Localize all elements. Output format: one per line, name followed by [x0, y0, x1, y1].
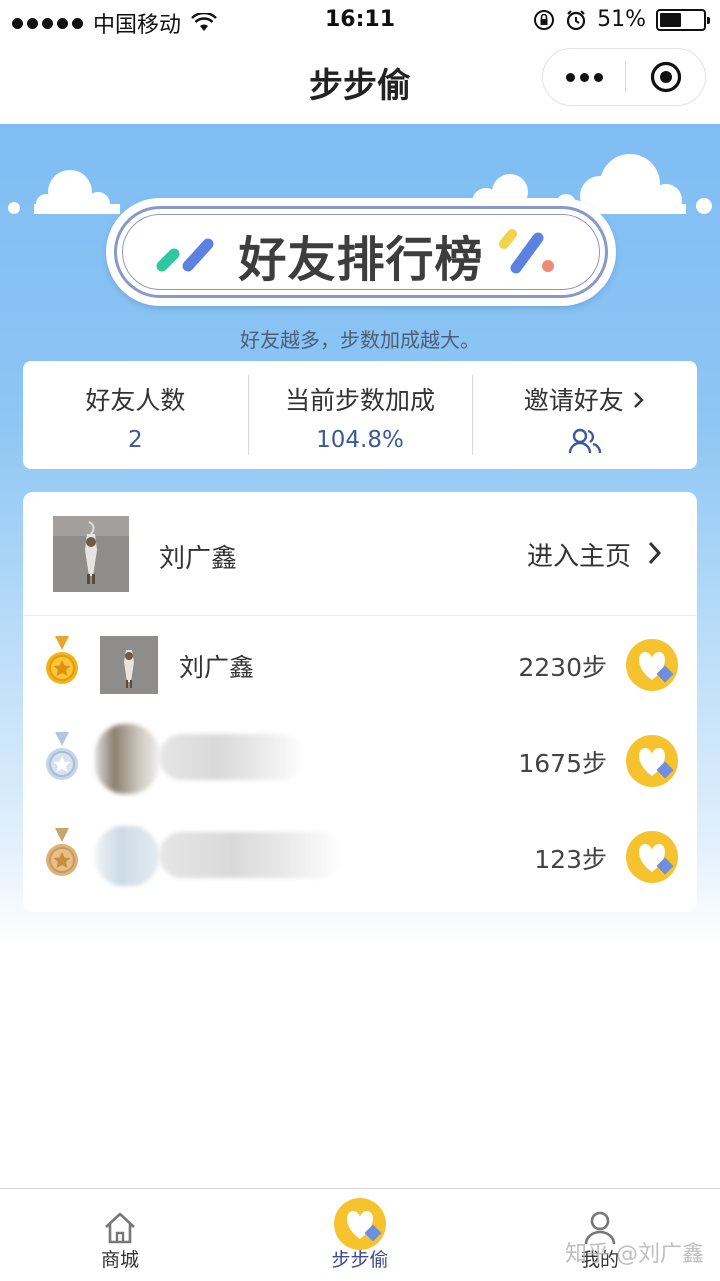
my-profile-row[interactable]: 刘广鑫 进入主页	[23, 492, 697, 616]
bronze-medal-icon	[46, 828, 78, 876]
blurred-name	[159, 832, 343, 878]
tab-label: 步步偷	[331, 1249, 389, 1271]
status-bar: 中国移动 16:11 51%	[0, 0, 720, 40]
silver-medal-icon	[46, 732, 78, 780]
tab-label: 商城	[100, 1249, 139, 1271]
invite-friends-button[interactable]: 邀请好友	[472, 361, 697, 469]
blurred-avatar	[95, 724, 159, 794]
blurred-name	[159, 734, 305, 780]
avatar	[100, 636, 158, 694]
ranking-row[interactable]: 123步	[23, 810, 697, 906]
home-icon	[105, 1212, 135, 1244]
invite-friends-label: 邀请好友	[523, 386, 624, 415]
mini-program-capsule	[542, 48, 706, 106]
avatar	[53, 516, 129, 592]
battery-icon	[656, 8, 710, 31]
more-button[interactable]	[543, 72, 625, 82]
alarm-icon	[566, 9, 586, 30]
ranking-card: 刘广鑫 进入主页 刘广鑫 2230步 1675步 123步	[23, 492, 697, 912]
chevron-right-icon	[648, 541, 662, 565]
battery-percent: 51%	[597, 7, 646, 32]
step-count: 123步	[534, 845, 607, 874]
friend-count-stat: 好友人数 2	[23, 361, 248, 469]
ranking-row[interactable]: 刘广鑫 2230步	[23, 618, 697, 714]
step-bonus-value: 104.8%	[316, 427, 404, 453]
friend-name: 刘广鑫	[179, 653, 255, 682]
chevron-right-icon	[633, 392, 644, 408]
step-bonus-label: 当前步数加成	[285, 386, 436, 415]
rotation-lock-icon	[534, 9, 555, 30]
tab-mall[interactable]: 商城	[0, 1189, 240, 1281]
leaderboard-banner: 好友排行榜	[106, 198, 616, 306]
tab-steal-steps[interactable]: 步步偷	[240, 1189, 480, 1281]
steal-steps-button[interactable]	[625, 734, 679, 788]
heart-coin-icon	[334, 1198, 386, 1250]
watermark: 知乎 @刘广鑫	[565, 1242, 704, 1267]
friend-count-value: 2	[128, 427, 143, 453]
enter-homepage-link[interactable]: 进入主页	[527, 536, 631, 573]
target-close-icon	[650, 61, 681, 93]
step-count: 1675步	[518, 749, 607, 778]
close-button[interactable]	[626, 60, 705, 94]
banner-subtitle: 好友越多，步数加成越大。	[240, 328, 480, 352]
steal-steps-button[interactable]	[625, 830, 679, 884]
step-bonus-stat: 当前步数加成 104.8%	[247, 361, 473, 469]
ranking-row[interactable]: 1675步	[23, 714, 697, 810]
gold-medal-icon	[46, 636, 78, 684]
friend-count-label: 好友人数	[85, 386, 186, 415]
stats-card: 好友人数 2 当前步数加成 104.8% 邀请好友	[23, 361, 697, 469]
friends-icon	[568, 428, 601, 454]
my-name: 刘广鑫	[159, 544, 238, 574]
steal-steps-button[interactable]	[625, 638, 679, 692]
blurred-avatar	[95, 826, 159, 886]
nav-bar: 步步偷	[0, 40, 720, 124]
stripe-decoration-icon	[499, 229, 554, 274]
step-count: 2230步	[518, 653, 607, 682]
